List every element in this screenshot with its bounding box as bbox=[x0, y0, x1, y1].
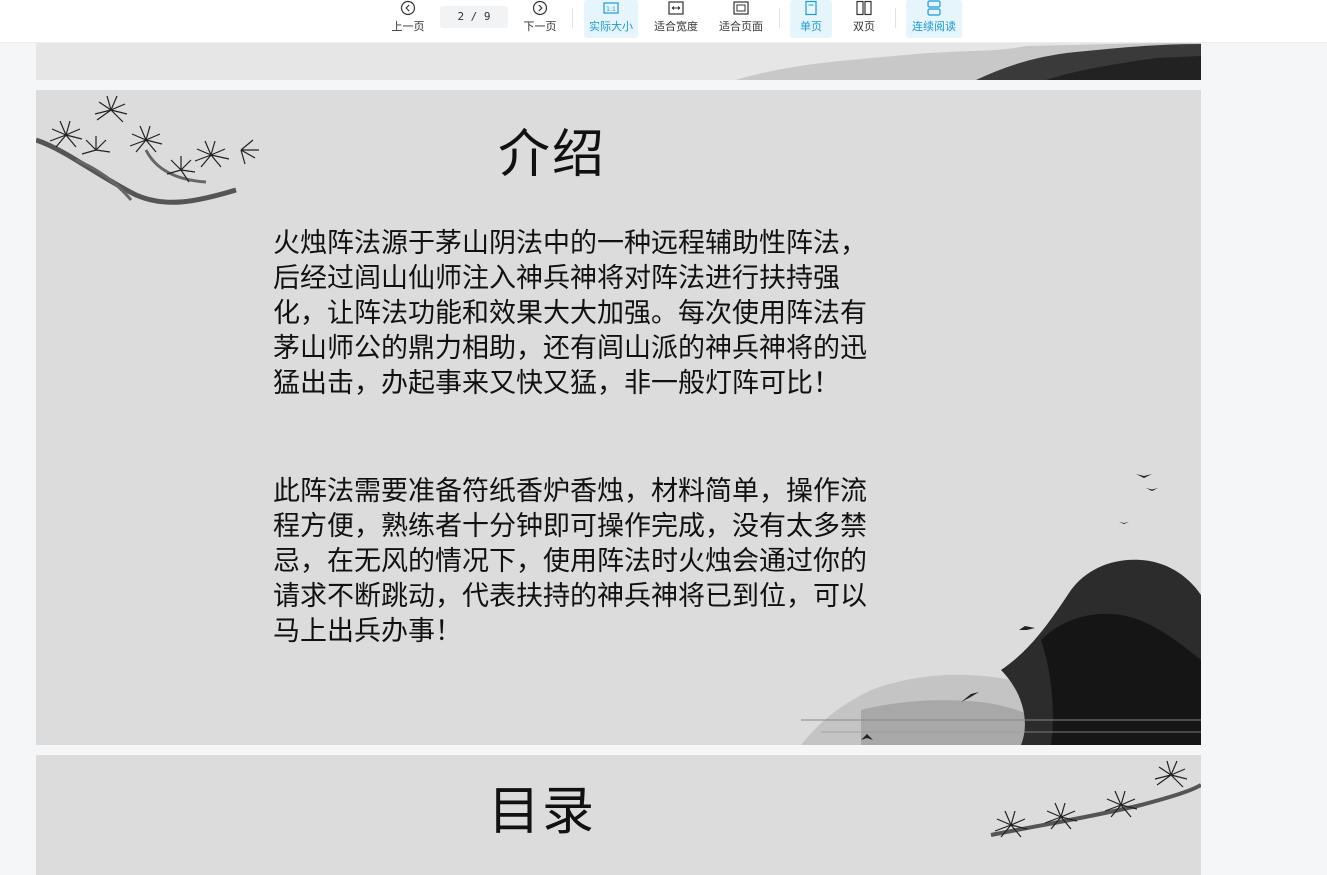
next-page-button[interactable]: 下一页 bbox=[520, 0, 560, 38]
double-page-button[interactable]: 双页 bbox=[846, 0, 882, 38]
fit-width-icon bbox=[668, 1, 684, 15]
slide-title: 目录 bbox=[488, 782, 597, 842]
single-page-button[interactable]: 单页 bbox=[790, 0, 832, 38]
slide-paragraph: 火烛阵法源于茅山阴法中的一种远程辅助性阵法，后经过闾山仙师注入神兵神将对阵法进行… bbox=[273, 228, 867, 399]
prev-page-button[interactable]: 上一页 bbox=[388, 0, 428, 38]
viewer-toolbar: 上一页 2 / 9 下一页 1:1 实际大小 适合宽度 适合页面 单页 双页 连… bbox=[0, 0, 1327, 43]
slide-title: 介绍 bbox=[498, 125, 607, 185]
single-page-label: 单页 bbox=[800, 20, 822, 33]
fit-page-icon bbox=[733, 1, 749, 15]
previous-slide-page bbox=[36, 42, 1201, 80]
next-slide-page: 目录 bbox=[36, 755, 1201, 875]
toolbar-divider bbox=[572, 8, 573, 28]
current-slide-page: 介绍 火烛阵法源于茅山阴法中的一种远程辅助性阵法，后经过闾山仙师注入神兵神将对阵… bbox=[36, 90, 1201, 745]
fit-page-label: 适合页面 bbox=[719, 20, 763, 33]
actual-size-icon: 1:1 bbox=[603, 2, 619, 14]
fit-width-label: 适合宽度 bbox=[654, 20, 698, 33]
page-number-input[interactable]: 2 / 9 bbox=[440, 6, 508, 28]
actual-size-button[interactable]: 1:1 实际大小 bbox=[584, 0, 638, 38]
continuous-reading-icon bbox=[927, 0, 941, 16]
slide-paragraph: 此阵法需要准备符纸香炉香烛，材料简单，操作流程方便，熟练者十分钟即可操作完成，没… bbox=[273, 476, 867, 647]
svg-text:1:1: 1:1 bbox=[606, 6, 616, 13]
chevron-left-circle-icon bbox=[400, 0, 416, 16]
single-page-icon bbox=[805, 0, 817, 16]
double-page-label: 双页 bbox=[853, 20, 875, 33]
pine-branch-illustration bbox=[990, 760, 1201, 838]
pine-branch-illustration bbox=[36, 95, 259, 205]
next-page-label: 下一页 bbox=[523, 20, 557, 33]
ink-mountain-illustration bbox=[736, 42, 1201, 80]
ink-landscape-illustration bbox=[801, 474, 1201, 745]
double-page-icon bbox=[856, 0, 872, 16]
prev-page-label: 上一页 bbox=[391, 20, 425, 33]
continuous-reading-label: 连续阅读 bbox=[912, 20, 956, 33]
continuous-reading-button[interactable]: 连续阅读 bbox=[906, 0, 962, 38]
actual-size-label: 实际大小 bbox=[589, 20, 633, 33]
fit-page-button[interactable]: 适合页面 bbox=[716, 0, 766, 38]
toolbar-divider bbox=[895, 8, 896, 28]
fit-width-button[interactable]: 适合宽度 bbox=[652, 0, 700, 38]
chevron-right-circle-icon bbox=[532, 0, 548, 16]
toolbar-divider bbox=[779, 8, 780, 28]
